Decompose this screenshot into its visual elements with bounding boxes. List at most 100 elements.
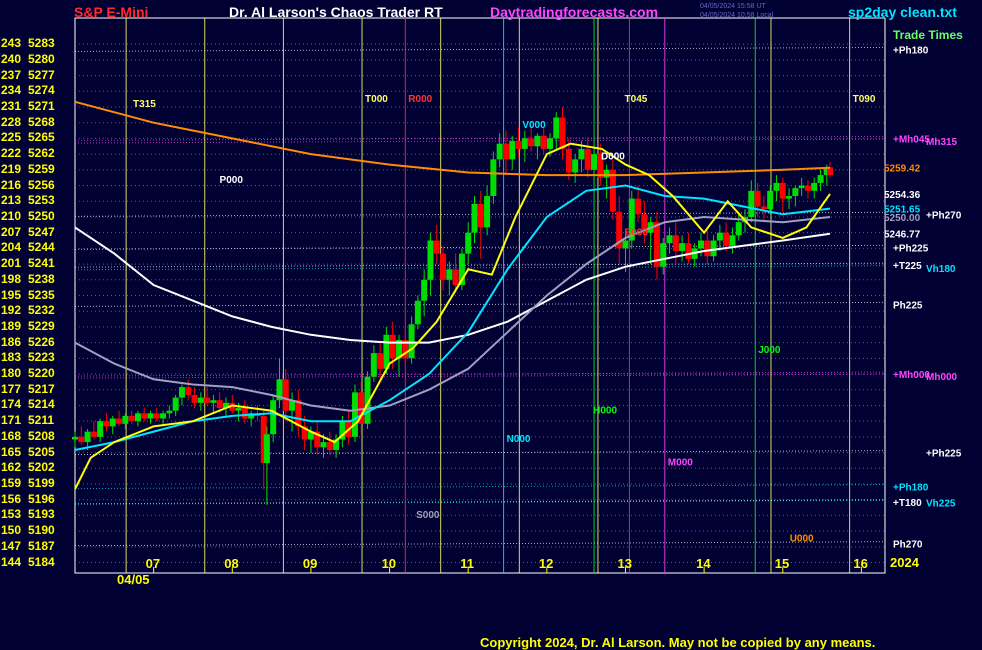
- x-tick-label: 11: [460, 556, 474, 571]
- y-axis-degree: 174: [1, 397, 22, 412]
- candle-body: [515, 141, 522, 149]
- candle-body: [389, 334, 396, 359]
- y-axis-degree: 234: [1, 83, 22, 98]
- time-label: H000: [593, 405, 617, 416]
- y-axis-price: 5265: [28, 130, 55, 145]
- x-tick-label: 07: [146, 556, 160, 571]
- candle-body: [534, 135, 541, 147]
- harmonic-label: Mh315: [926, 137, 958, 148]
- timestamp-ut: 04/05/2024 15:58 UT: [700, 3, 766, 10]
- candle-body: [672, 235, 679, 251]
- y-axis-price: 5235: [28, 287, 55, 302]
- y-axis-price: 5220: [28, 366, 55, 381]
- time-label: N000: [507, 434, 531, 445]
- candle-body: [295, 400, 302, 427]
- x-tick-label: 15: [775, 556, 789, 571]
- x-tick-label: 08: [224, 556, 238, 571]
- y-axis-price: 5280: [28, 51, 55, 66]
- y-axis-degree: 144: [1, 554, 22, 569]
- candle-body: [760, 206, 767, 210]
- x-tick-label: 10: [382, 556, 396, 571]
- candle-body: [509, 141, 516, 160]
- trade-times-label: Trade Times: [893, 28, 963, 42]
- candle-body: [78, 436, 85, 443]
- y-axis-price: 5232: [28, 303, 55, 318]
- candle-body: [147, 413, 154, 419]
- candle-body: [603, 169, 610, 178]
- candle-body: [704, 240, 711, 257]
- y-axis-price: 5184: [28, 554, 55, 569]
- candle-body: [685, 243, 692, 259]
- candle-body: [90, 431, 97, 437]
- y-axis-price: 5238: [28, 271, 55, 286]
- candle-body: [446, 269, 453, 280]
- x-tick-label: 12: [539, 556, 553, 571]
- app-title: Dr. Al Larson's Chaos Trader RT: [229, 4, 443, 20]
- candle-body: [408, 324, 415, 359]
- candle-body: [729, 235, 736, 246]
- candle-body: [210, 400, 217, 403]
- candle-body: [191, 394, 198, 403]
- candle-body: [754, 190, 761, 207]
- candle-body: [546, 138, 553, 149]
- y-axis-degree: 204: [1, 240, 22, 255]
- candle-body: [122, 415, 129, 424]
- price-readout: 5250.00: [884, 213, 921, 224]
- y-axis-price: 5250: [28, 208, 55, 223]
- copyright-notice: Copyright 2024, Dr. Al Larson. May not b…: [480, 635, 876, 650]
- harmonic-label: +Ph225: [893, 243, 929, 254]
- time-label: M000: [668, 458, 693, 469]
- y-axis-degree: 216: [1, 177, 22, 192]
- y-axis-degree: 195: [1, 287, 22, 302]
- candle-body: [716, 232, 723, 241]
- x-tick-label: 16: [853, 556, 867, 571]
- y-axis-degree: 171: [1, 413, 22, 428]
- time-label: T315: [133, 99, 156, 110]
- candle-body: [817, 175, 824, 183]
- website-link[interactable]: Daytradingforecasts.com: [490, 4, 658, 20]
- time-label: E000: [625, 227, 649, 238]
- y-axis-price: 5217: [28, 381, 55, 396]
- harmonic-label: +Ph180: [893, 45, 929, 56]
- time-label: R000: [408, 94, 432, 105]
- candle-body: [578, 148, 585, 160]
- time-label: T045: [625, 94, 648, 105]
- candle-body: [72, 436, 78, 440]
- y-axis-price: 5187: [28, 538, 55, 553]
- timestamp-local: 04/05/2024 10:58 Local: [700, 12, 774, 19]
- candle-body: [591, 154, 598, 170]
- y-axis-price: 5271: [28, 99, 55, 113]
- y-axis-price: 5190: [28, 523, 55, 538]
- candle-body: [235, 408, 242, 411]
- y-axis-degree: 222: [1, 146, 22, 161]
- y-axis-degree: 201: [1, 256, 22, 271]
- year-label: 2024: [890, 555, 919, 570]
- candle-body: [773, 182, 780, 191]
- instrument-title: S&P E-Mini: [74, 4, 149, 20]
- candle-body: [502, 143, 509, 160]
- y-axis-degree: 159: [1, 475, 22, 490]
- chart-file-name: sp2day clean.txt: [848, 4, 957, 20]
- y-axis-price: 5244: [28, 240, 55, 255]
- y-axis-degree: 243: [1, 36, 22, 51]
- harmonic-label: +Mh000: [893, 370, 930, 381]
- time-label: V000: [522, 120, 546, 131]
- candle-body: [792, 188, 799, 197]
- harmonic-label: +T180: [893, 498, 922, 509]
- candle-body: [433, 240, 440, 254]
- candle-body: [723, 232, 730, 246]
- candle-body: [477, 203, 484, 228]
- y-axis-degree: 180: [1, 366, 22, 381]
- candle-body: [427, 240, 434, 280]
- x-tick-label: 14: [696, 556, 711, 571]
- y-axis-price: 5202: [28, 460, 55, 475]
- time-label: P000: [220, 175, 244, 186]
- y-axis-price: 5247: [28, 224, 55, 239]
- y-axis-degree: 186: [1, 334, 22, 349]
- y-axis-degree: 228: [1, 114, 22, 129]
- price-readout: 5246.77: [884, 230, 921, 241]
- time-label: U000: [790, 534, 814, 545]
- candle-body: [377, 353, 384, 369]
- harmonic-label: Ph270: [893, 540, 923, 551]
- y-axis-price: 5226: [28, 334, 55, 349]
